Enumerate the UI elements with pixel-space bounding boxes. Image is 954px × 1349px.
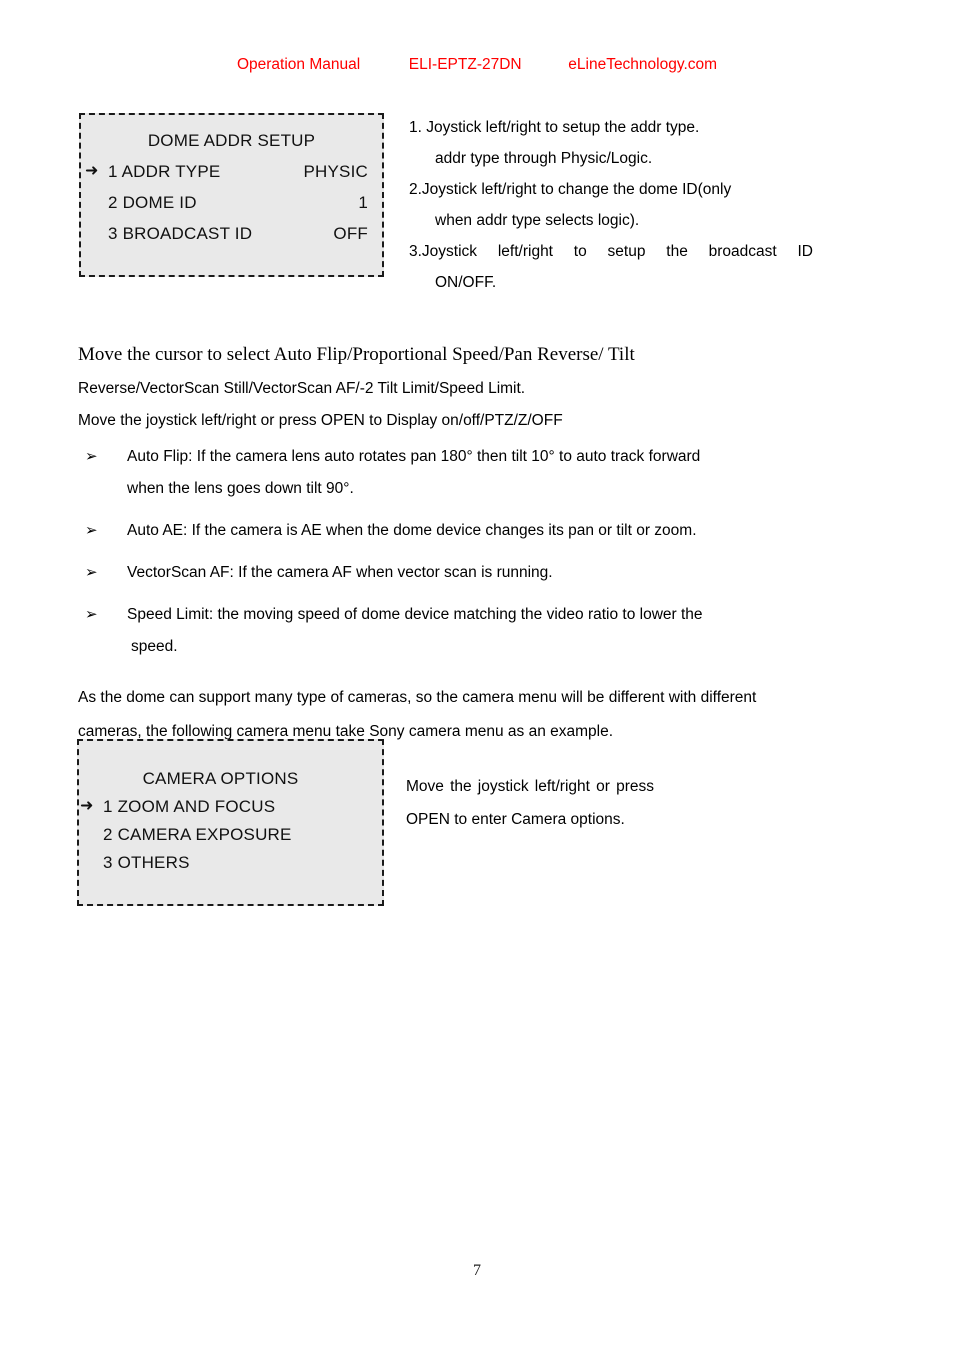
body-line: Move the joystick left/right or press OP… — [78, 412, 563, 429]
arrowhead-bullet-icon: ➢ — [85, 564, 98, 581]
osd-title: DOME ADDR SETUP — [147, 131, 316, 150]
camera-options-notes: Move the joystick left/right or press OP… — [406, 770, 654, 836]
page-number: 7 — [473, 1262, 481, 1279]
osd-row-label: 1 ZOOM AND FOCUS — [103, 797, 276, 816]
note-line: OPEN to enter Camera options. — [406, 811, 625, 828]
list-item: ➢ Auto AE: If the camera is AE when the … — [85, 515, 905, 547]
list-item-line: speed. — [131, 638, 178, 655]
note-line: 1. Joystick left/right to setup the addr… — [409, 119, 700, 136]
osd-row-broadcast-id[interactable]: 3 BROADCAST ID OFF — [81, 224, 382, 244]
paragraph-line: As the dome can support many type of cam… — [78, 689, 757, 706]
document-header: Operation Manual ELI-EPTZ-27DN eLineTech… — [0, 56, 954, 74]
header-manual-label: Operation Manual — [236, 56, 361, 73]
right-arrow-icon: ➜ — [85, 162, 99, 180]
osd-row-camera-exposure[interactable]: 2 CAMERA EXPOSURE — [79, 825, 382, 845]
note-line: Move the joystick left/right or press — [406, 778, 654, 795]
header-website: eLineTechnology.com — [568, 56, 718, 73]
osd-row-value: PHYSIC — [303, 162, 368, 181]
osd-title: CAMERA OPTIONS — [142, 769, 299, 788]
note-line: ON/OFF. — [435, 274, 497, 291]
note-line: when addr type selects logic). — [435, 212, 640, 229]
note-line: addr type through Physic/Logic. — [435, 150, 653, 167]
osd-row-label: 3 BROADCAST ID — [108, 224, 253, 243]
list-item-line: Auto AE: If the camera is AE when the do… — [127, 522, 697, 539]
osd-row-others[interactable]: 3 OTHERS — [79, 853, 382, 873]
header-model-number: ELI-EPTZ-27DN — [408, 56, 522, 73]
arrowhead-bullet-icon: ➢ — [85, 448, 98, 465]
osd-row-label: 2 CAMERA EXPOSURE — [103, 825, 292, 844]
list-item: ➢ Speed Limit: the moving speed of dome … — [85, 599, 905, 663]
osd-row-label: 1 ADDR TYPE — [108, 162, 221, 181]
osd-row-zoom-and-focus[interactable]: ➜ 1 ZOOM AND FOCUS — [79, 797, 382, 817]
osd-row-addr-type[interactable]: ➜ 1 ADDR TYPE PHYSIC — [81, 162, 382, 182]
addr-setup-notes: 1. Joystick left/right to setup the addr… — [409, 112, 813, 298]
body-line: Reverse/VectorScan Still/VectorScan AF/-… — [78, 380, 526, 397]
osd-row-value: 1 — [358, 193, 368, 212]
arrowhead-bullet-icon: ➢ — [85, 522, 98, 539]
body-serif-line: Move the cursor to select Auto Flip/Prop… — [78, 344, 635, 365]
osd-row-value: OFF — [333, 224, 368, 243]
osd-row-label: 2 DOME ID — [108, 193, 197, 212]
note-line: 3.Joystick left/right to setup the broad… — [409, 243, 813, 260]
osd-row-dome-id[interactable]: 2 DOME ID 1 — [81, 193, 382, 213]
list-item-line: Speed Limit: the moving speed of dome de… — [127, 606, 703, 623]
arrowhead-bullet-icon: ➢ — [85, 606, 98, 623]
feature-bullet-list: ➢ Auto Flip: If the camera lens auto rot… — [85, 441, 905, 673]
note-line: 2.Joystick left/right to change the dome… — [409, 181, 732, 198]
list-item: ➢ VectorScan AF: If the camera AF when v… — [85, 557, 905, 589]
list-item-line: when the lens goes down tilt 90°. — [127, 480, 354, 497]
list-item-line: VectorScan AF: If the camera AF when vec… — [127, 564, 553, 581]
osd-menu-camera-options: CAMERA OPTIONS ➜ 1 ZOOM AND FOCUS 2 CAME… — [77, 739, 384, 906]
osd-row-label: 3 OTHERS — [103, 853, 190, 872]
document-page: Operation Manual ELI-EPTZ-27DN eLineTech… — [0, 0, 954, 1349]
osd-menu-dome-addr-setup: DOME ADDR SETUP ➜ 1 ADDR TYPE PHYSIC 2 D… — [79, 113, 384, 277]
list-item: ➢ Auto Flip: If the camera lens auto rot… — [85, 441, 905, 505]
right-arrow-icon: ➜ — [80, 797, 94, 815]
list-item-line: Auto Flip: If the camera lens auto rotat… — [127, 448, 701, 465]
